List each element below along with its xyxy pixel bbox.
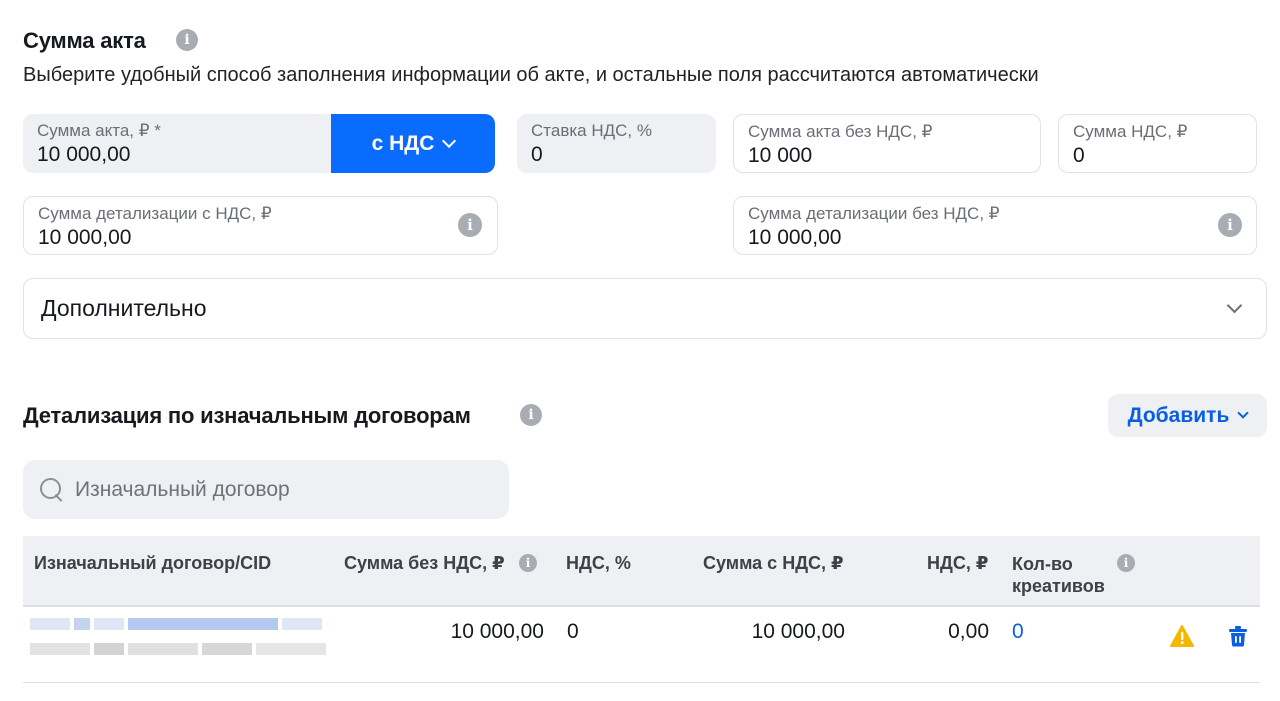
- act-sum-label: Сумма акта, ₽ *: [37, 121, 161, 140]
- contract-cell-redacted[interactable]: [30, 618, 336, 656]
- contract-search[interactable]: [23, 460, 509, 519]
- info-icon[interactable]: i: [519, 554, 537, 572]
- detail-with-vat-value[interactable]: 10 000,00: [38, 225, 483, 251]
- detail-section-title: Детализация по изначальным договорам: [23, 403, 471, 428]
- act-sum-no-vat-field[interactable]: Сумма акта без НДС, ₽ 10 000: [733, 114, 1041, 173]
- act-sum-title: Сумма акта: [23, 28, 146, 53]
- cell-vat-rub: 0,00: [948, 620, 989, 643]
- vat-mode-dropdown[interactable]: с НДС: [331, 114, 495, 173]
- search-icon: [39, 477, 65, 503]
- vat-rate-field[interactable]: Ставка НДС, % 0: [517, 114, 716, 173]
- vat-rate-label: Ставка НДС, %: [531, 121, 652, 140]
- chevron-down-icon: [1226, 297, 1243, 314]
- vat-rate-value[interactable]: 0: [531, 142, 702, 168]
- detail-with-vat-field[interactable]: Сумма детализации с НДС, ₽ 10 000,00: [23, 196, 498, 255]
- detail-no-vat-value[interactable]: 10 000,00: [748, 225, 1242, 251]
- col-vat-pct: НДС, %: [566, 553, 631, 573]
- warning-icon[interactable]: [1170, 625, 1194, 647]
- trash-icon[interactable]: [1228, 625, 1248, 647]
- act-sum-no-vat-label: Сумма акта без НДС, ₽: [748, 122, 933, 141]
- vat-sum-label: Сумма НДС, ₽: [1073, 122, 1188, 141]
- contract-search-input[interactable]: [75, 477, 475, 502]
- vat-sum-field[interactable]: Сумма НДС, ₽ 0: [1058, 114, 1257, 173]
- vat-mode-label: с НДС: [371, 131, 435, 155]
- col-sum-with-vat: Сумма с НДС, ₽: [703, 553, 844, 573]
- header-divider: [23, 605, 1260, 607]
- col-vat-rub: НДС, ₽: [927, 553, 989, 573]
- act-sum-field[interactable]: Сумма акта, ₽ * 10 000,00: [23, 114, 343, 173]
- col-creatives: Кол-во креативов: [1012, 554, 1105, 596]
- add-button-label: Добавить: [1127, 403, 1230, 427]
- info-icon[interactable]: i: [1117, 554, 1135, 572]
- info-icon[interactable]: i: [1218, 213, 1242, 237]
- cell-vat-pct: 0: [567, 620, 579, 643]
- detail-with-vat-label: Сумма детализации с НДС, ₽: [38, 204, 272, 223]
- vat-sum-value[interactable]: 0: [1073, 143, 1242, 169]
- info-icon[interactable]: i: [520, 404, 542, 426]
- detail-no-vat-label: Сумма детализации без НДС, ₽: [748, 204, 1000, 223]
- chevron-down-icon: [442, 133, 457, 148]
- col-contract: Изначальный договор/CID: [34, 553, 272, 573]
- chevron-down-icon: [1237, 406, 1250, 419]
- row-divider: [23, 682, 1260, 683]
- act-sum-subtitle: Выберите удобный способ заполнения инфор…: [23, 64, 1039, 86]
- add-button[interactable]: Добавить: [1108, 394, 1267, 437]
- info-icon[interactable]: i: [458, 213, 482, 237]
- detail-no-vat-field[interactable]: Сумма детализации без НДС, ₽ 10 000,00: [733, 196, 1257, 255]
- act-sum-no-vat-value[interactable]: 10 000: [748, 143, 1026, 169]
- additional-accordion[interactable]: Дополнительно: [23, 278, 1267, 339]
- cell-sum-no-vat: 10 000,00: [450, 620, 544, 643]
- additional-title: Дополнительно: [41, 295, 207, 321]
- info-icon[interactable]: i: [176, 29, 198, 51]
- cell-creatives-link[interactable]: 0: [1012, 620, 1024, 644]
- act-sum-value[interactable]: 10 000,00: [37, 142, 329, 168]
- cell-sum-with-vat: 10 000,00: [751, 620, 845, 643]
- col-sum-no-vat: Сумма без НДС, ₽: [344, 553, 505, 573]
